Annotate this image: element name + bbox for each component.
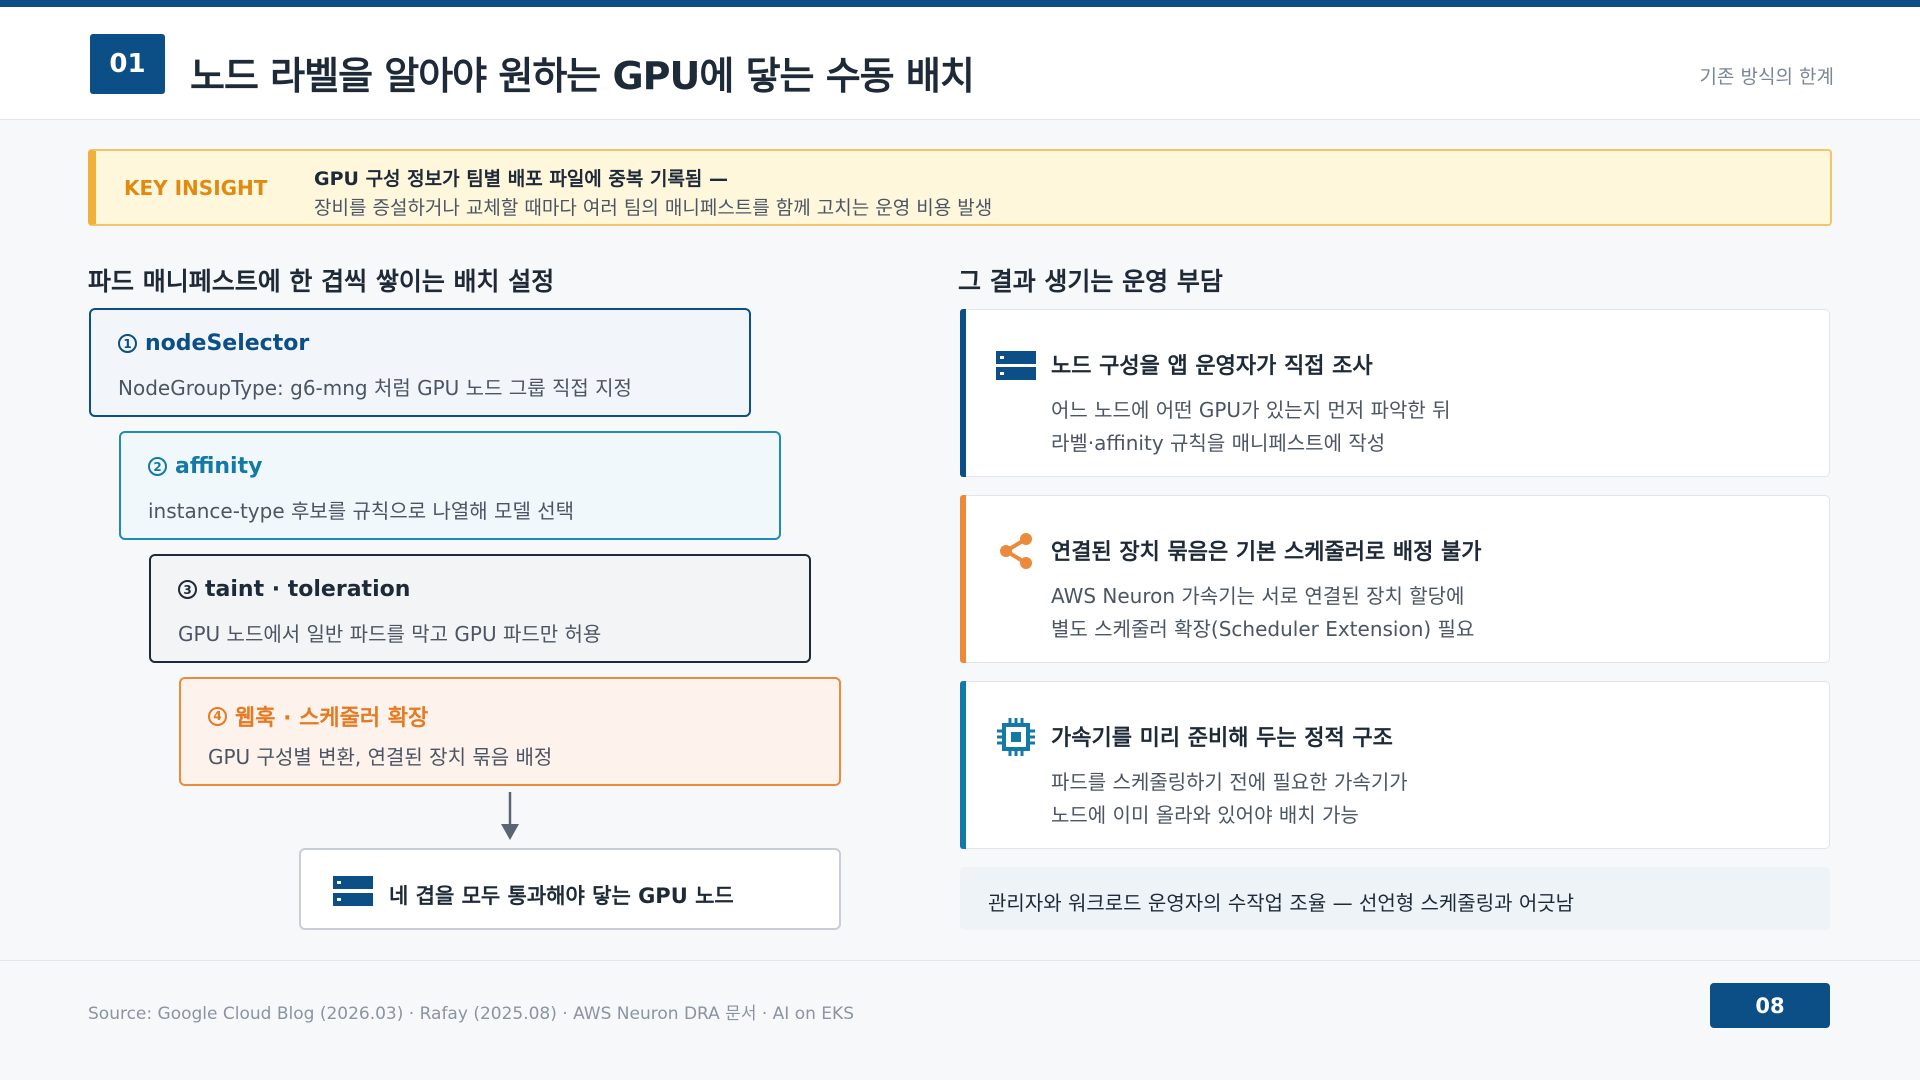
gpu-node-box: 네 겹을 모두 통과해야 닿는 GPU 노드 xyxy=(299,848,841,930)
card-accent-bar xyxy=(960,495,966,663)
step-title: 웹훅 · 스케줄러 확장 xyxy=(235,706,429,731)
summary-text: 관리자와 워크로드 운영자의 수작업 조율 — 선언형 스케줄링과 어긋남 xyxy=(988,891,1575,915)
step-node-selector: 1 nodeSelector NodeGroupType: g6-mng 처럼 G… xyxy=(89,308,751,417)
step-title: nodeSelector xyxy=(145,331,310,356)
section-number-badge: 01 xyxy=(90,34,165,94)
step-description: GPU 구성별 변환, 연결된 장치 묶음 배정 xyxy=(208,745,553,769)
gpu-node-label: 네 겹을 모두 통과해야 닿는 GPU 노드 xyxy=(389,884,734,908)
burden-card-node-survey: 노드 구성을 앱 운영자가 직접 조사 어느 노드에 어떤 GPU가 있는지 먼… xyxy=(960,309,1830,477)
card-accent-bar xyxy=(960,681,966,849)
step-number-badge: 2 xyxy=(148,457,167,476)
section-tag: 기존 방식의 한계 xyxy=(1699,66,1834,88)
insight-title: GPU 구성 정보가 팀별 배포 파일에 중복 기록됨 — xyxy=(314,168,729,190)
share-icon xyxy=(1000,533,1032,569)
step-description: instance-type 후보를 규칙으로 나열해 모델 선택 xyxy=(148,499,575,523)
card-line-2: 별도 스케줄러 확장(Scheduler Extension) 필요 xyxy=(1051,617,1475,641)
step-description: NodeGroupType: g6-mng 처럼 GPU 노드 그룹 직접 지정 xyxy=(118,376,632,400)
page-title: 노드 라벨을 알아야 원하는 GPU에 닿는 수동 배치 xyxy=(190,54,975,98)
slide-footer: Source: Google Cloud Blog (2026.03) · Ra… xyxy=(0,960,1920,1080)
chip-icon xyxy=(997,718,1035,756)
card-line-2: 라벨·affinity 규칙을 매니페스트에 작성 xyxy=(1051,431,1386,455)
card-line-2: 노드에 이미 올라와 있어야 배치 가능 xyxy=(1051,803,1359,827)
slide-header: 01 노드 라벨을 알아야 원하는 GPU에 닿는 수동 배치 기존 방식의 한… xyxy=(0,7,1920,120)
top-accent-bar xyxy=(0,0,1920,7)
burden-card-device-group: 연결된 장치 묶음은 기본 스케줄러로 배정 불가 AWS Neuron 가속기… xyxy=(960,495,1830,663)
burden-card-static-structure: 가속기를 미리 준비해 두는 정적 구조 파드를 스케줄링하기 전에 필요한 가… xyxy=(960,681,1830,849)
card-line-1: AWS Neuron 가속기는 서로 연결된 장치 할당에 xyxy=(1051,584,1465,608)
insight-description: 장비를 증설하거나 교체할 때마다 여러 팀의 매니페스트를 함께 고치는 운영… xyxy=(314,197,993,219)
summary-box: 관리자와 워크로드 운영자의 수작업 조율 — 선언형 스케줄링과 어긋남 xyxy=(960,867,1830,930)
step-number-badge: 4 xyxy=(208,706,227,726)
card-title: 가속기를 미리 준비해 두는 정적 구조 xyxy=(1051,726,1393,751)
card-accent-bar xyxy=(960,309,966,477)
step-number-badge: 3 xyxy=(178,580,197,599)
step-affinity: 2 affinity instance-type 후보를 규칙으로 나열해 모델 … xyxy=(119,431,781,540)
step-title: taint · toleration xyxy=(205,577,411,602)
key-insight-box: KEY INSIGHT GPU 구성 정보가 팀별 배포 파일에 중복 기록됨 … xyxy=(88,149,1832,226)
step-taint-toleration: 3 taint · toleration GPU 노드에서 일반 파드를 막고 G… xyxy=(149,554,811,663)
card-title: 노드 구성을 앱 운영자가 직접 조사 xyxy=(1051,354,1373,379)
card-line-1: 어느 노드에 어떤 GPU가 있는지 먼저 파악한 뒤 xyxy=(1051,398,1451,422)
step-webhook-scheduler: 4 웹훅 · 스케줄러 확장 GPU 구성별 변환, 연결된 장치 묶음 배정 xyxy=(179,677,841,786)
step-title: affinity xyxy=(175,454,263,479)
source-citation: Source: Google Cloud Blog (2026.03) · Ra… xyxy=(88,1004,854,1024)
card-line-1: 파드를 스케줄링하기 전에 필요한 가속기가 xyxy=(1051,770,1408,794)
left-column-title: 파드 매니페스트에 한 겹씩 쌓이는 배치 설정 xyxy=(88,267,555,296)
arrow-down-icon xyxy=(501,792,519,840)
server-icon xyxy=(333,876,373,906)
page-number-badge: 08 xyxy=(1710,983,1830,1028)
step-number-badge: 1 xyxy=(118,334,137,353)
card-title: 연결된 장치 묶음은 기본 스케줄러로 배정 불가 xyxy=(1051,540,1482,565)
right-column-title: 그 결과 생기는 운영 부담 xyxy=(958,267,1223,296)
insight-tag: KEY INSIGHT xyxy=(124,176,268,200)
step-description: GPU 노드에서 일반 파드를 막고 GPU 파드만 허용 xyxy=(178,622,602,646)
server-icon xyxy=(996,351,1036,380)
